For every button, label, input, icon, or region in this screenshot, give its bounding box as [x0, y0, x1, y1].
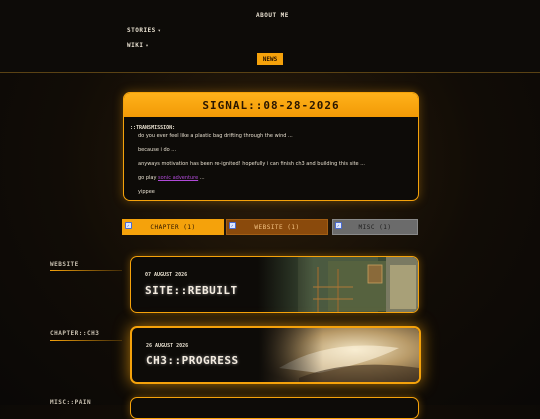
filter-website-label: WEBSITE (1): [254, 223, 300, 231]
post-title: SITE::REBUILT: [145, 284, 238, 297]
transmission-label: ::TRANSMISSION:: [130, 125, 176, 131]
transmission-line: because i do ...: [138, 147, 177, 153]
transmission-line: do you ever feel like a plastic bag drif…: [138, 133, 293, 139]
section-label-chapter: CHAPTER::CH3: [50, 330, 100, 337]
checkbox-icon[interactable]: ✓: [335, 222, 342, 229]
transmission-line: yippee: [138, 189, 155, 195]
transmission-line: anyways motivation has been re-ignited! …: [138, 161, 365, 167]
transmission-text: ...: [199, 175, 205, 181]
section-label-website: WEBSITE: [50, 261, 79, 268]
top-navigation: ABOUT ME STORIES ▾ WIKI ▾ NEWS: [0, 0, 540, 73]
nav-about-link[interactable]: ABOUT ME: [256, 12, 289, 19]
post-card-misc[interactable]: [130, 397, 419, 419]
signal-title: SIGNAL::08-28-2026: [124, 93, 418, 117]
transmission-line: go play sonic adventure ...: [138, 175, 412, 181]
post-title: CH3::PROGRESS: [146, 354, 239, 367]
transmission-text: go play: [138, 175, 157, 181]
section-divider: [50, 270, 122, 271]
filter-chapter[interactable]: ✓ CHAPTER (1): [122, 219, 224, 235]
nav-wiki-dropdown[interactable]: WIKI ▾: [127, 42, 149, 49]
chevron-down-icon: ▾: [145, 43, 149, 49]
post-thumbnail: [259, 328, 419, 382]
post-thumbnail: [258, 257, 418, 312]
checkbox-icon[interactable]: ✓: [229, 222, 236, 229]
post-date: 26 AUGUST 2026: [146, 343, 189, 349]
nav-wiki-label: WIKI: [127, 42, 144, 49]
nav-news-button[interactable]: NEWS: [257, 53, 283, 65]
section-divider: [50, 340, 122, 341]
post-card-chapter[interactable]: 26 AUGUST 2026 CH3::PROGRESS: [130, 326, 421, 384]
sonic-adventure-link[interactable]: sonic adventure: [158, 175, 198, 181]
post-card-website[interactable]: 07 AUGUST 2026 SITE::REBUILT: [130, 256, 419, 313]
nav-stories-dropdown[interactable]: STORIES ▾: [127, 27, 161, 34]
chevron-down-icon: ▾: [157, 28, 162, 34]
filter-misc[interactable]: ✓ MISC (1): [332, 219, 418, 235]
filter-chapter-label: CHAPTER (1): [150, 223, 196, 231]
signal-panel: SIGNAL::08-28-2026 ::TRANSMISSION: do yo…: [123, 92, 419, 201]
filter-website[interactable]: ✓ WEBSITE (1): [226, 219, 328, 235]
checkbox-icon[interactable]: ✓: [125, 222, 132, 229]
signal-body: ::TRANSMISSION: do you ever feel like a …: [124, 117, 418, 195]
filter-misc-label: MISC (1): [358, 223, 392, 231]
post-date: 07 AUGUST 2026: [145, 272, 188, 278]
nav-stories-label: STORIES: [127, 27, 156, 34]
